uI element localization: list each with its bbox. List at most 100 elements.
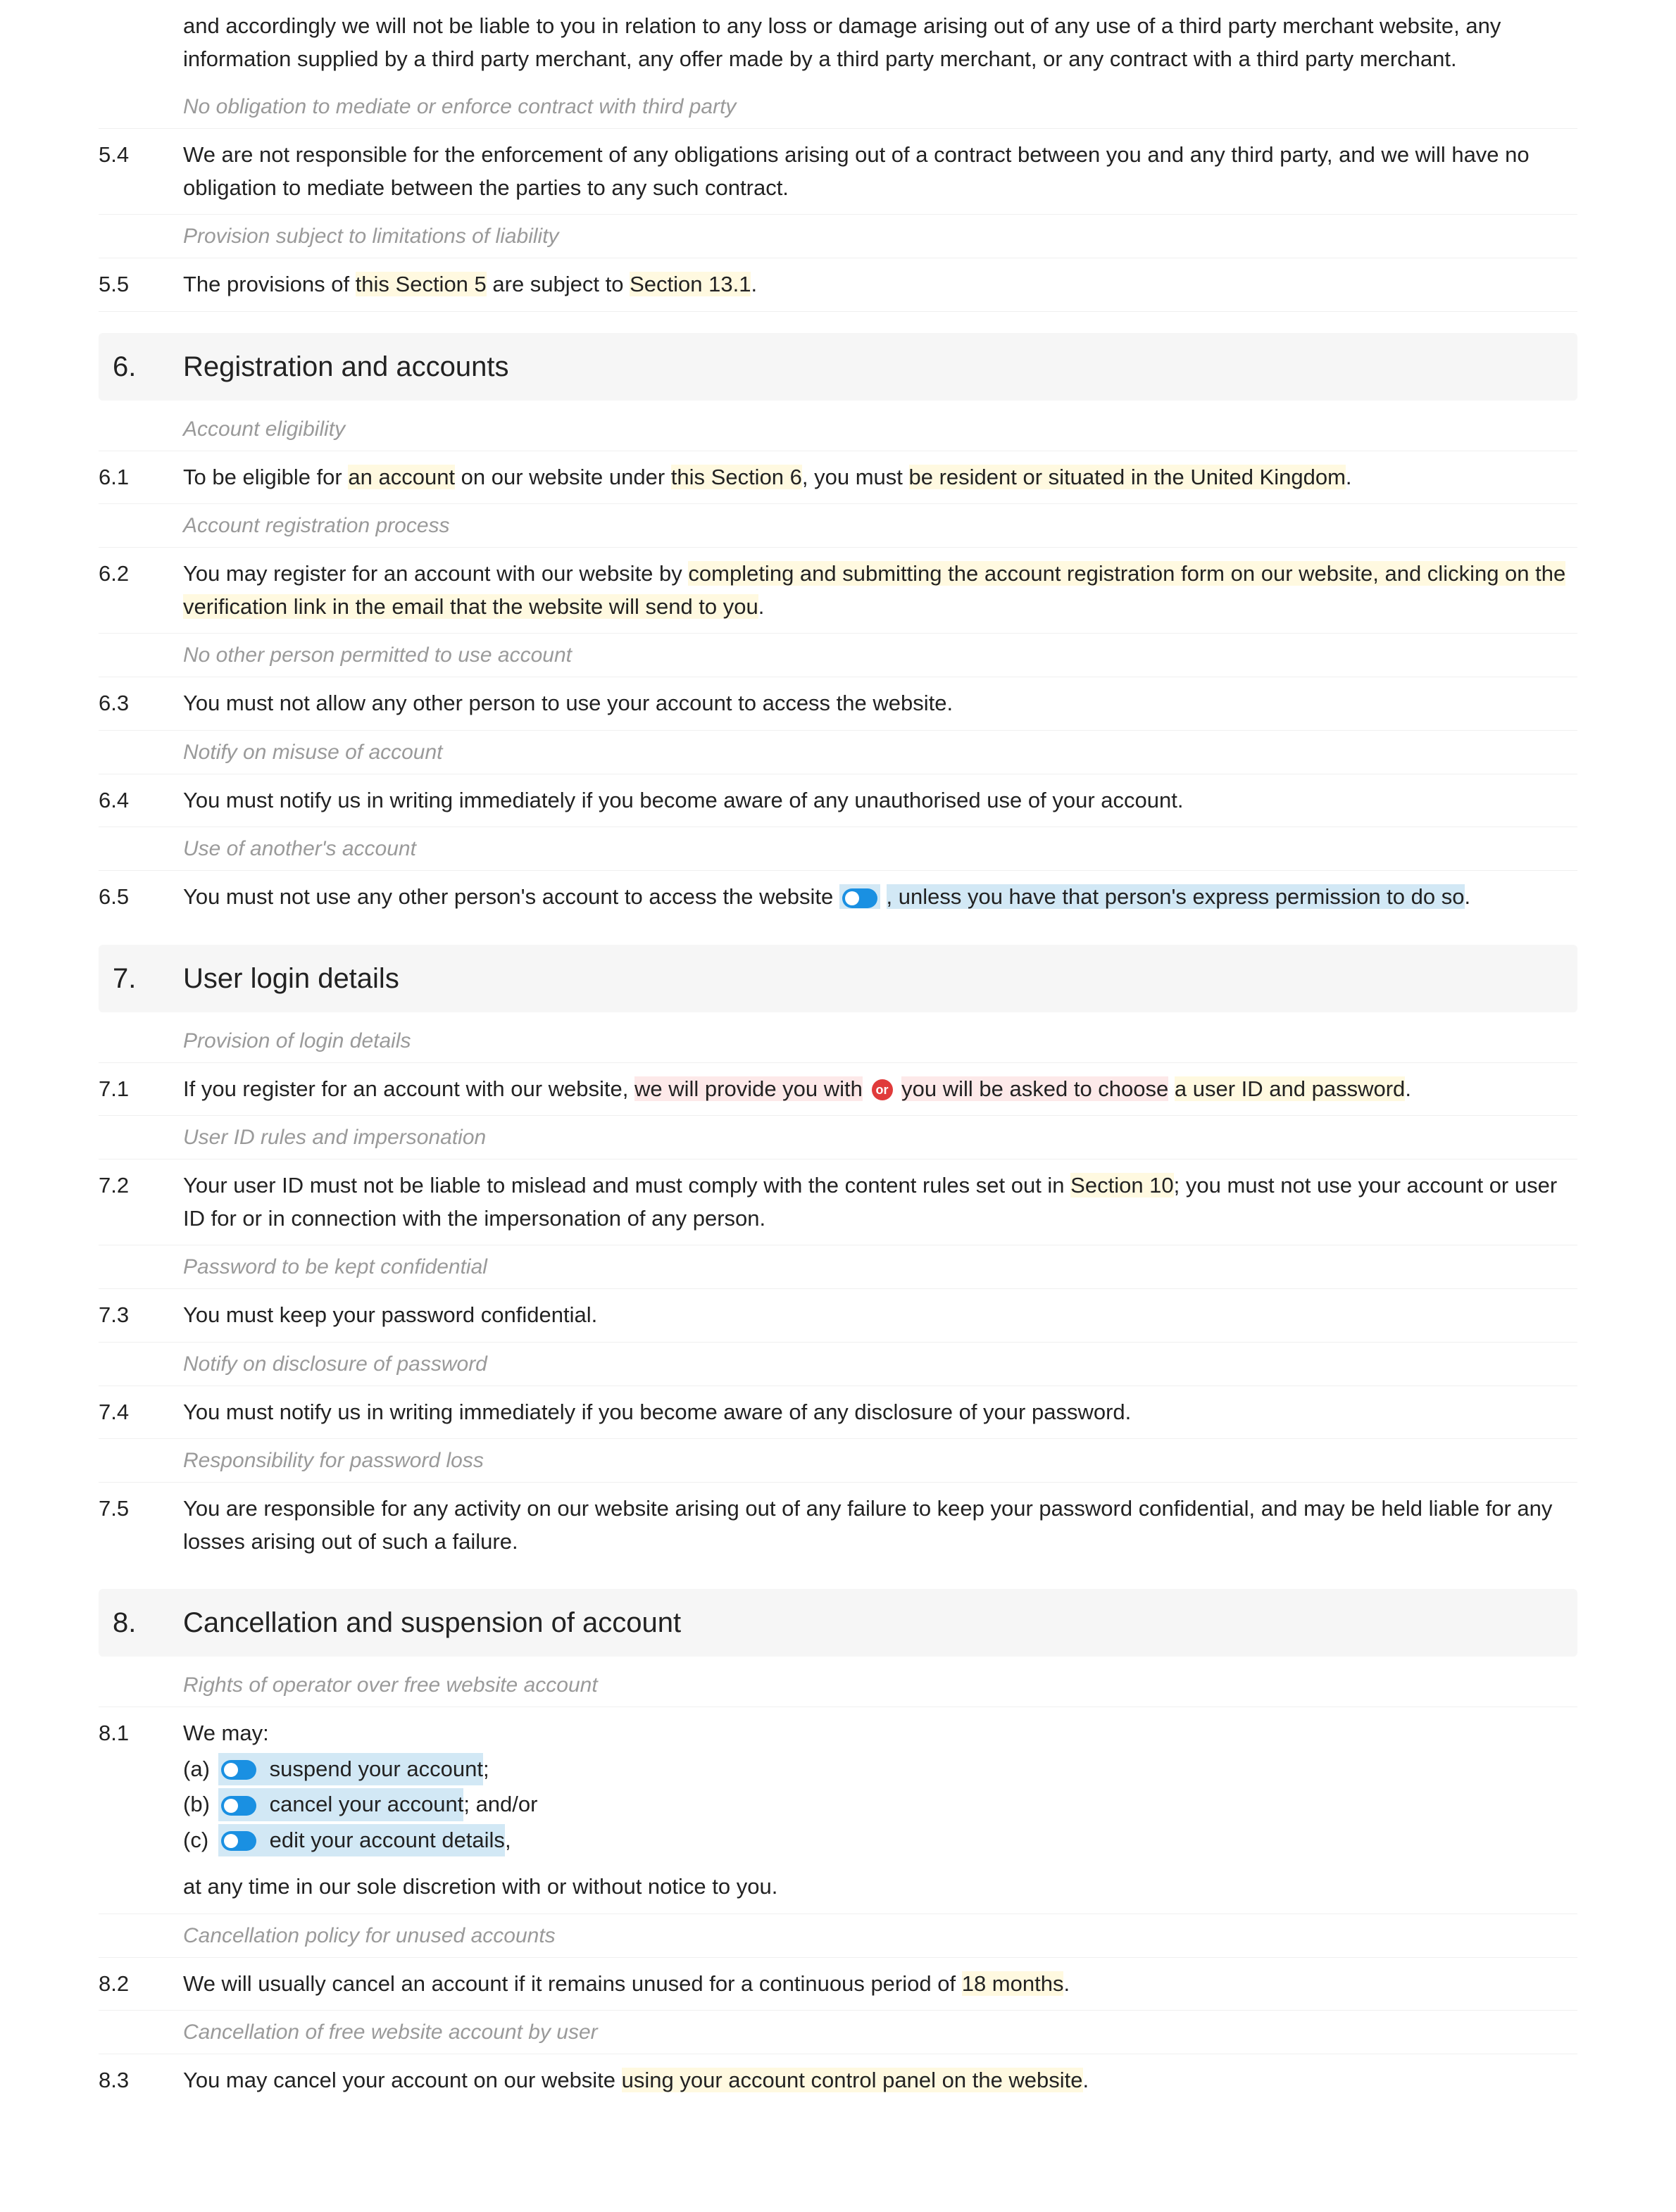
- clause-body: You must not use any other person's acco…: [183, 881, 1577, 914]
- clause-body: You may register for an account with our…: [183, 558, 1577, 623]
- sub-item-c: (c) edit your account details,: [183, 1824, 1577, 1857]
- clause-note-6-4: Notify on misuse of account: [99, 731, 1577, 774]
- section-number: 6.: [113, 346, 183, 388]
- clause-body: You are responsible for any activity on …: [183, 1493, 1577, 1558]
- clause-body: You must not allow any other person to u…: [183, 687, 1577, 720]
- clause-note-7-5: Responsibility for password loss: [99, 1439, 1577, 1483]
- toggle-span: suspend your account: [218, 1753, 483, 1786]
- sub-list: (a) suspend your account; (b) cancel you…: [183, 1753, 1577, 1857]
- text: .: [758, 594, 765, 619]
- text: ;: [483, 1753, 489, 1786]
- clause-note-6-1: Account eligibility: [99, 408, 1577, 451]
- sub-letter: (a): [183, 1753, 218, 1786]
- editable-ref[interactable]: this Section 6: [671, 465, 802, 489]
- text: .: [1405, 1076, 1411, 1101]
- clause-5-4: 5.4 We are not responsible for the enfor…: [99, 129, 1577, 215]
- clause-number: 7.2: [99, 1169, 183, 1235]
- clause-note-5-5: Provision subject to limitations of liab…: [99, 215, 1577, 258]
- editable-ref[interactable]: Section 13.1: [630, 272, 751, 296]
- editable-text[interactable]: using your account control panel on the …: [622, 2068, 1083, 2092]
- text: You must not use any other person's acco…: [183, 884, 833, 909]
- clause-body: If you register for an account with our …: [183, 1073, 1577, 1106]
- clause-body: The provisions of this Section 5 are sub…: [183, 268, 1577, 301]
- clause-note-6-5: Use of another's account: [99, 827, 1577, 871]
- text: are subject to: [487, 272, 630, 296]
- clause-body: Your user ID must not be liable to misle…: [183, 1169, 1577, 1235]
- toggle-icon[interactable]: [842, 888, 877, 908]
- text: , you must: [802, 465, 909, 489]
- clause-7-2: 7.2 Your user ID must not be liable to m…: [99, 1160, 1577, 1245]
- section-header-8: 8. Cancellation and suspension of accoun…: [99, 1589, 1577, 1657]
- clause-number: 8.3: [99, 2064, 183, 2097]
- toggle-text[interactable]: edit your account details: [270, 1828, 505, 1852]
- text: We will usually cancel an account if it …: [183, 1971, 962, 1996]
- clause-7-1: 7.1 If you register for an account with …: [99, 1063, 1577, 1117]
- clause-number: 6.1: [99, 461, 183, 494]
- clause-body: You must notify us in writing immediatel…: [183, 784, 1577, 817]
- toggle-icon[interactable]: [221, 1831, 256, 1851]
- text: .: [1465, 884, 1471, 909]
- toggle-icon[interactable]: [221, 1796, 256, 1816]
- editable-ref[interactable]: Section 10: [1070, 1173, 1174, 1198]
- option-a[interactable]: we will provide you with: [634, 1076, 863, 1101]
- toggle-text[interactable]: suspend your account: [270, 1757, 483, 1781]
- clause-note-7-1: Provision of login details: [99, 1019, 1577, 1063]
- editable-text[interactable]: a user ID and password: [1175, 1076, 1405, 1101]
- editable-ref[interactable]: this Section 5: [356, 272, 487, 296]
- text: To be eligible for: [183, 465, 348, 489]
- clause-number: 7.3: [99, 1299, 183, 1332]
- toggle-icon[interactable]: [221, 1760, 256, 1780]
- text: ; and/or: [463, 1788, 537, 1821]
- or-badge-icon[interactable]: or: [872, 1079, 893, 1100]
- text: ,: [505, 1824, 511, 1857]
- section-number: 7.: [113, 957, 183, 1000]
- text: .: [1063, 1971, 1070, 1996]
- toggle-span: edit your account details: [218, 1824, 505, 1857]
- clause-6-3: 6.3 You must not allow any other person …: [99, 677, 1577, 731]
- text: Your user ID must not be liable to misle…: [183, 1173, 1070, 1198]
- text: on our website under: [455, 465, 671, 489]
- clause-note-7-3: Password to be kept confidential: [99, 1245, 1577, 1289]
- clause-8-2: 8.2 We will usually cancel an account if…: [99, 1958, 1577, 2011]
- clause-note-6-3: No other person permitted to use account: [99, 634, 1577, 677]
- clause-number: 8.1: [99, 1717, 183, 1904]
- text: .: [1346, 465, 1352, 489]
- clause-8-3: 8.3 You may cancel your account on our w…: [99, 2054, 1577, 2107]
- sub-letter: (c): [183, 1824, 218, 1857]
- clause-number: 6.4: [99, 784, 183, 817]
- section-title: Cancellation and suspension of account: [183, 1602, 681, 1644]
- clause-number: 6.3: [99, 687, 183, 720]
- toggle-text[interactable]: , unless you have that person's express …: [887, 884, 1465, 909]
- clause-number: 5.4: [99, 139, 183, 204]
- option-b[interactable]: you will be asked to choose: [901, 1076, 1168, 1101]
- editable-text[interactable]: 18 months: [962, 1971, 1064, 1996]
- text: The provisions of: [183, 272, 356, 296]
- toggle-span: cancel your account: [218, 1788, 463, 1821]
- text: You may cancel your account on our websi…: [183, 2068, 622, 2092]
- section-title: User login details: [183, 957, 399, 1000]
- clause-7-5: 7.5 You are responsible for any activity…: [99, 1483, 1577, 1568]
- text: You may register for an account with our…: [183, 561, 688, 586]
- section-header-6: 6. Registration and accounts: [99, 333, 1577, 401]
- editable-text[interactable]: an account: [348, 465, 455, 489]
- editable-text[interactable]: be resident or situated in the United Ki…: [909, 465, 1346, 489]
- clause-number: 6.2: [99, 558, 183, 623]
- text: .: [751, 272, 757, 296]
- sub-item-b: (b) cancel your account; and/or: [183, 1788, 1577, 1821]
- clause-7-3: 7.3 You must keep your password confiden…: [99, 1289, 1577, 1343]
- text: .: [1083, 2068, 1089, 2092]
- clause-note-5-4: No obligation to mediate or enforce cont…: [99, 85, 1577, 129]
- clause-intro: We may:: [183, 1717, 1577, 1750]
- toggle-text[interactable]: cancel your account: [270, 1792, 464, 1816]
- clause-number-blank: [99, 10, 183, 75]
- clause-8-1: 8.1 We may: (a) suspend your account; (b…: [99, 1707, 1577, 1914]
- text: [1168, 1076, 1175, 1101]
- text: If you register for an account with our …: [183, 1076, 634, 1101]
- text: , unless you have that person's express …: [887, 884, 1465, 909]
- clause-body: We are not responsible for the enforceme…: [183, 139, 1577, 204]
- clause-body-intro: and accordingly we will not be liable to…: [183, 10, 1577, 75]
- clause-note-8-3: Cancellation of free website account by …: [99, 2011, 1577, 2054]
- clause-pre-5-4: and accordingly we will not be liable to…: [99, 0, 1577, 85]
- clause-5-5: 5.5 The provisions of this Section 5 are…: [99, 258, 1577, 312]
- clause-note-8-2: Cancellation policy for unused accounts: [99, 1914, 1577, 1958]
